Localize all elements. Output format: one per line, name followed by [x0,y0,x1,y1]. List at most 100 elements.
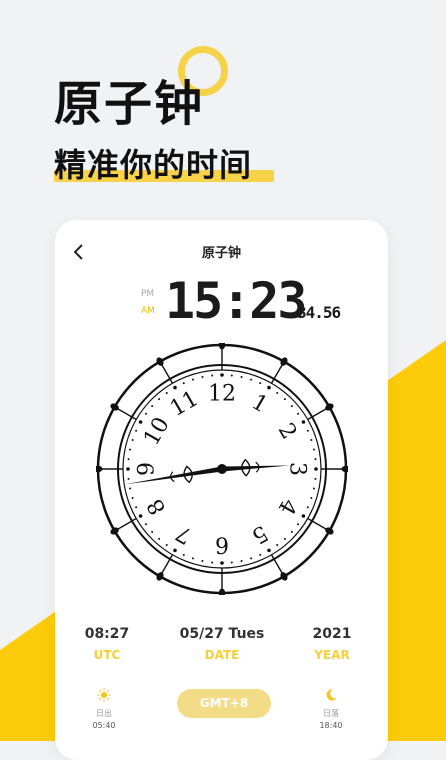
bezel-stud [325,527,334,535]
minute-tick [151,530,154,533]
minute-tick [312,487,315,490]
year-column: 2021 YEAR [307,626,357,662]
bezel-stud [341,465,348,473]
date-label: DATE [204,648,240,662]
minute-tick [144,412,147,415]
period-pm: PM [141,289,155,299]
minute-tick [250,378,253,381]
minute-tick [131,497,134,500]
minute-tick [138,514,143,518]
bezel-stud [280,357,288,366]
minute-tick [314,477,317,480]
clock-numeral: 12 [208,382,236,407]
minute-tick [138,420,143,424]
minute-tick [211,561,214,564]
minute-tick [230,561,233,564]
minute-tick [191,378,194,381]
sun-icon [97,688,111,702]
minute-tick [165,544,168,547]
minute-tick [165,391,168,394]
minute-tick [259,553,262,556]
minute-tick [267,385,271,390]
minute-tick [220,373,224,377]
bezel-stud [218,588,226,595]
sunrise-time: 05:40 [92,721,116,730]
minute-tick [312,448,315,451]
bezel-stud [280,572,288,581]
minute-tick [127,477,130,480]
digital-time: 15:23 [165,272,308,330]
minute-tick [301,420,306,424]
minute-tick [135,429,138,432]
minute-tick [259,382,262,385]
minute-tick [314,458,317,461]
date-column: 05/27 Tues DATE [167,626,277,662]
clock-center [217,464,227,474]
minute-tick [230,374,233,377]
phone-screen: 原子钟 PM AM 15:23 34.56 12 1 2 3 4 5 6 7 8 9 10 11 08… [55,220,388,760]
analog-clock: 12 1234567891011 [96,343,348,595]
bezel-stud [156,357,164,366]
minute-tick [220,561,224,565]
promo-title: 原子钟 [54,76,205,132]
minute-tick [173,548,177,553]
minute-tick [126,467,130,471]
timezone-button[interactable]: GMT+8 [177,689,271,718]
minute-tick [240,559,243,562]
minute-tick [158,398,161,401]
minute-tick [151,405,154,408]
minute-tick [310,497,313,500]
bezel-stud [110,527,119,535]
minute-tick [129,487,132,490]
period-am: AM [141,306,155,316]
nav-title: 原子钟 [201,246,241,261]
minute-tick [182,382,185,385]
utc-column: 08:27 UTC [77,626,137,662]
minute-tick [267,548,271,553]
moon-icon [326,689,337,701]
minute-tick [131,438,134,441]
year-label: YEAR [314,648,350,662]
year-value: 2021 [312,626,352,642]
minute-tick [283,398,286,401]
clock-numeral: 3 [285,462,310,476]
bezel-stud [156,572,164,581]
minute-tick [182,553,185,556]
minute-tick [158,537,161,540]
minute-tick [290,405,293,408]
minute-tick [135,506,138,509]
digital-seconds: 34.56 [297,303,341,322]
minute-tick [191,557,194,560]
sunrise-label: 日出 [96,709,112,718]
minute-tick [306,429,309,432]
minute-tick [144,523,147,526]
utc-time: 08:27 [84,626,130,642]
minute-tick [283,537,286,540]
minute-tick [250,557,253,560]
minute-tick [276,544,279,547]
bezel-stud [325,403,334,411]
date-value: 05/27 Tues [179,626,265,642]
sunset-time: 18:40 [319,721,343,730]
minute-tick [290,530,293,533]
utc-label: UTC [93,648,121,662]
minute-tick [211,374,214,377]
minute-tick [276,391,279,394]
bezel-stud [218,343,226,350]
bezel-stud [96,465,103,473]
clock-numeral: 6 [215,532,229,557]
minute-tick [127,458,130,461]
minute-tick [240,376,243,379]
minute-tick [129,448,132,451]
sunset-label: 日落 [323,709,339,718]
minute-tick [297,523,300,526]
period-indicator: PM AM [141,286,155,320]
minute-tick [201,376,204,379]
minute-tick [297,412,300,415]
bezel-stud [110,403,119,411]
minute-tick [314,467,318,471]
minute-tick [201,559,204,562]
minute-tick [306,506,309,509]
sunrise-block: 日出 05:40 [84,687,124,730]
clock-numeral: 9 [135,462,160,476]
